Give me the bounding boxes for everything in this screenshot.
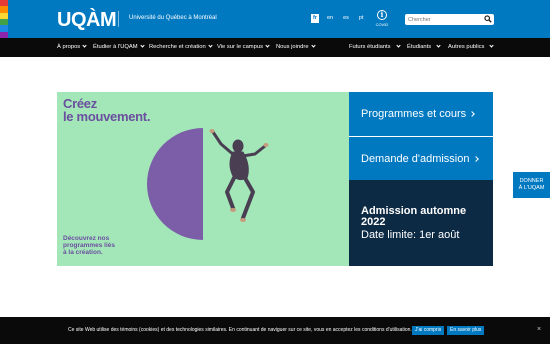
nav-item-vie-campus[interactable]: Vie sur le campus (217, 42, 270, 50)
nav-item-nous-joindre[interactable]: Nous joindre (276, 42, 316, 50)
chevron-right-icon (469, 111, 475, 117)
search-box (405, 14, 494, 25)
donate-button[interactable]: DONNER À L'UQAM (513, 172, 550, 198)
university-name[interactable]: Université du Québec à Montréal (129, 15, 217, 21)
hero-banner[interactable]: Créez le mouvement. Découvrez nos progra… (57, 92, 349, 266)
logo-divider (118, 11, 119, 27)
admission-automne-panel[interactable]: Admission automne 2022 Date limite: 1er … (349, 180, 493, 266)
nav-item-autres-publics[interactable]: Autres publics (448, 42, 495, 50)
nav-item-futurs-etudiants[interactable]: Futurs étudiants (349, 42, 401, 50)
admission-panel[interactable]: Demande d'admission (349, 136, 493, 180)
site-header: UQÀM Université du Québec à Montréal fr … (0, 0, 550, 38)
language-switcher: fr en es pt (311, 14, 366, 23)
nav-item-etudiants[interactable]: Étudiants (407, 42, 441, 50)
chevron-down-icon (139, 42, 145, 48)
nav-item-recherche[interactable]: Recherche et création (149, 42, 213, 50)
chevron-down-icon (436, 42, 441, 48)
search-icon[interactable] (484, 15, 492, 23)
nav-item-etudier[interactable]: Étudier à l'UQAM (93, 42, 145, 50)
nav-item-label: Nous joindre (276, 44, 309, 50)
programmes-panel[interactable]: Programmes et cours (349, 92, 493, 136)
chevron-down-icon (395, 42, 401, 48)
lang-en[interactable]: en (325, 14, 335, 23)
nav-item-label: Étudiants (407, 44, 432, 50)
search-input[interactable] (405, 14, 483, 25)
hero-title: Créez le mouvement. (63, 96, 151, 124)
lang-es[interactable]: es (341, 14, 351, 23)
covid-link[interactable]: i COVID (375, 10, 389, 27)
nav-item-a-propos[interactable]: À propos (57, 42, 87, 50)
hero-subtitle: Découvrez nos programmes liés à la créat… (63, 235, 116, 256)
chevron-down-icon (265, 42, 270, 48)
admission-automne-title: Admission automne 2022 (361, 205, 467, 228)
covid-label: COVID (375, 22, 389, 27)
lang-pt[interactable]: pt (357, 14, 366, 23)
cookie-banner: Ce site Web utilise des témoins (cookies… (0, 317, 550, 344)
chevron-down-icon (82, 42, 87, 48)
nav-item-label: Vie sur le campus (217, 44, 263, 50)
close-icon[interactable]: × (537, 326, 541, 334)
cookie-text: Ce site Web utilise des témoins (cookies… (68, 327, 412, 333)
lang-fr[interactable]: fr (311, 14, 319, 23)
uqam-logo[interactable]: UQÀM (57, 9, 117, 32)
chevron-down-icon (208, 42, 213, 48)
nav-item-label: Recherche et création (149, 44, 206, 50)
main-nav: À propos Étudier à l'UQAM Recherche et c… (0, 38, 550, 57)
nav-item-label: Étudier à l'UQAM (93, 44, 138, 50)
programmes-link[interactable]: Programmes et cours (361, 108, 475, 120)
cookie-accept-button[interactable]: J'ai compris (412, 326, 445, 335)
chevron-down-icon (310, 42, 316, 48)
nav-item-label: À propos (57, 44, 81, 50)
rainbow-stripe (0, 0, 8, 38)
cookie-more-button[interactable]: En savoir plus (447, 326, 485, 335)
chevron-right-icon (472, 156, 479, 162)
nav-item-label: Futurs étudiants (349, 44, 391, 50)
admission-deadline: Date limite: 1er août (361, 229, 460, 241)
nav-item-label: Autres publics (448, 44, 485, 50)
admission-link[interactable]: Demande d'admission (361, 153, 479, 165)
info-icon: i (377, 10, 387, 20)
chevron-down-icon (489, 42, 495, 48)
